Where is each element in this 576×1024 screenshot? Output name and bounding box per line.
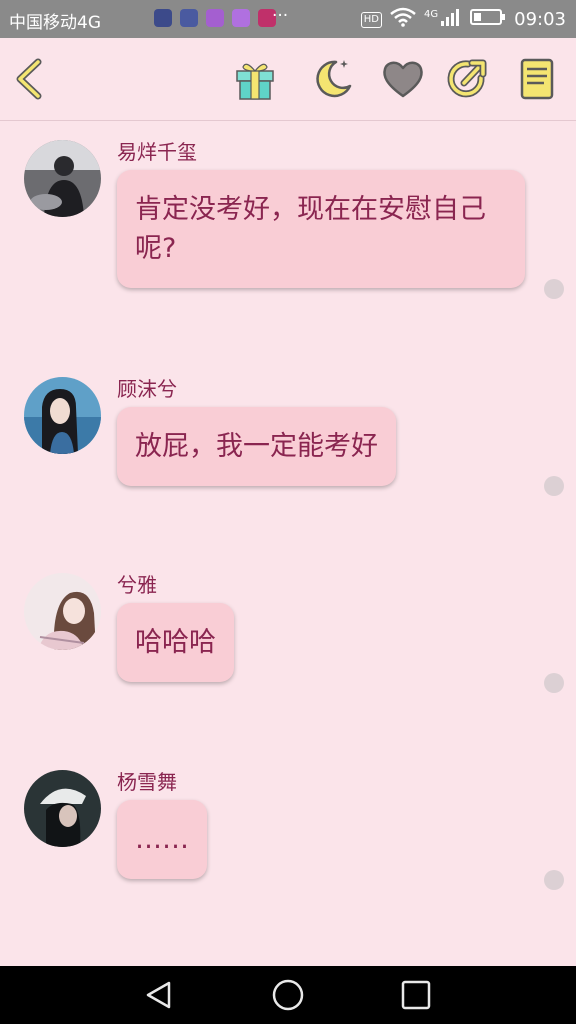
like-button[interactable]: [380, 56, 426, 102]
system-nav-bar: [0, 966, 576, 1024]
message-bubble[interactable]: 放屁，我一定能考好: [117, 407, 396, 486]
network-type: 4G: [424, 9, 439, 20]
system-recents-button[interactable]: [399, 978, 433, 1012]
recents-square-icon: [401, 980, 431, 1010]
signal-icon: [440, 7, 462, 32]
system-home-button[interactable]: [271, 978, 305, 1012]
message-text: 哈哈哈: [135, 627, 216, 658]
hd-badge: HD: [360, 11, 382, 28]
app-notification-icon: [154, 9, 172, 27]
share-button[interactable]: [444, 56, 490, 102]
status-bar: 中国移动4G ··· HD 4G 09:03: [0, 0, 576, 38]
battery-icon: [470, 8, 506, 31]
message-text: 呢?: [135, 233, 177, 264]
message-bubble[interactable]: 哈哈哈: [117, 603, 234, 682]
sender-name: 顾沫兮: [117, 377, 177, 401]
read-indicator: [544, 870, 564, 890]
avatar[interactable]: [24, 770, 101, 847]
avatar[interactable]: [24, 573, 101, 650]
message-text: 放屁，我一定能考好: [135, 431, 378, 462]
app-notification-icon: [232, 9, 250, 27]
back-triangle-icon: [146, 981, 171, 1009]
night-mode-button[interactable]: [310, 56, 356, 102]
notes-button[interactable]: [514, 56, 560, 102]
read-indicator: [544, 476, 564, 496]
read-indicator: [544, 673, 564, 693]
read-indicator: [544, 279, 564, 299]
back-button[interactable]: [8, 56, 54, 102]
sender-name: 杨雪舞: [117, 770, 177, 794]
message-text: 肯定没考好，现在在安慰自己: [135, 194, 486, 225]
avatar[interactable]: [24, 140, 101, 217]
home-circle-icon: [272, 979, 304, 1011]
notebook-icon: [520, 58, 554, 100]
next-message-peek: [117, 958, 187, 966]
back-arrow-icon: [16, 58, 42, 100]
carrier-label: 中国移动4G: [9, 13, 101, 33]
sender-name: 易烊千玺: [117, 140, 197, 164]
sender-name: 兮雅: [117, 573, 157, 597]
gift-button[interactable]: [232, 56, 278, 102]
message-bubble[interactable]: 肯定没考好，现在在安慰自己 呢?: [117, 170, 525, 288]
avatar[interactable]: [24, 377, 101, 454]
share-icon: [447, 59, 487, 98]
moon-icon: [316, 60, 352, 98]
heart-icon: [383, 61, 423, 98]
app-notification-icon: [180, 9, 198, 27]
system-back-button[interactable]: [142, 978, 176, 1012]
more-notifications: ···: [272, 6, 289, 26]
wifi-icon: [390, 7, 416, 32]
clock: 09:03: [514, 9, 566, 30]
app-notification-icon: [206, 9, 224, 27]
notification-icons: [154, 9, 276, 27]
message-text: ……: [135, 824, 189, 855]
gift-icon: [236, 63, 274, 100]
chat-toolbar: [0, 38, 576, 121]
message-bubble[interactable]: ……: [117, 800, 207, 879]
